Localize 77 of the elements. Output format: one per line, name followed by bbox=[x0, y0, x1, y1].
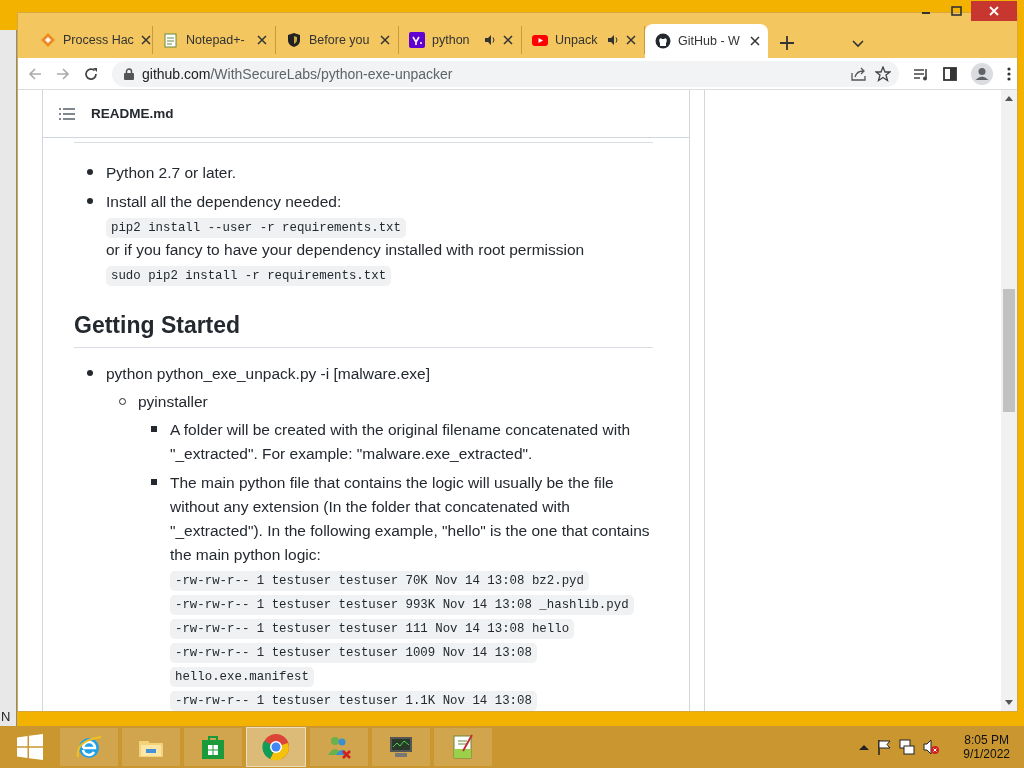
taskbar-button[interactable] bbox=[184, 728, 242, 766]
url-text[interactable]: github.com/WithSecureLabs/python-exe-unpacker bbox=[142, 65, 453, 82]
close-icon[interactable] bbox=[257, 35, 267, 45]
scrollbar-thumb[interactable] bbox=[1003, 289, 1015, 412]
list-text: A folder will be created with the original filename concatenated with "_extracted". For example: "malware.exe_extracted". bbox=[170, 420, 632, 464]
new-tab-icon[interactable] bbox=[780, 36, 794, 50]
readme-title: README.md bbox=[91, 106, 174, 121]
star-icon[interactable] bbox=[875, 65, 891, 82]
share-icon[interactable] bbox=[851, 66, 867, 81]
code-text: sudo pip2 install -r requirements.txt bbox=[106, 266, 392, 286]
code-text: -rw-rw-r-- 1 testuser testuser 111 Nov 14 13:08 hello bbox=[170, 619, 575, 639]
taskbar-button[interactable] bbox=[60, 728, 118, 766]
browser-tab[interactable]: Unpack bbox=[522, 26, 645, 54]
taskbar-button[interactable] bbox=[246, 727, 306, 767]
notepad-icon bbox=[163, 32, 179, 48]
close-icon[interactable] bbox=[750, 36, 760, 46]
chevron-up-icon[interactable] bbox=[859, 744, 870, 750]
yahoo-icon bbox=[409, 32, 425, 48]
chevron-down-icon[interactable] bbox=[852, 40, 864, 48]
code-text: pip2 install --user -r requirements.txt bbox=[106, 218, 406, 238]
close-icon[interactable] bbox=[380, 35, 390, 45]
browser-tab[interactable]: Notepad+- bbox=[153, 26, 276, 54]
section-heading: Getting Started bbox=[74, 312, 653, 348]
browser-e-icon bbox=[75, 733, 103, 761]
close-button[interactable] bbox=[971, 1, 1017, 21]
side-panel-icon[interactable] bbox=[943, 66, 957, 81]
list-text: python python_exe_unpack.py -i [malware.exe] bbox=[106, 364, 431, 384]
bullet-icon bbox=[87, 169, 93, 175]
network-icon[interactable] bbox=[899, 739, 916, 755]
code-text: -rw-rw-r-- 1 testuser testuser 1.1K Nov 14 13:08 bbox=[170, 691, 537, 711]
maximize-icon bbox=[950, 6, 962, 16]
browser-tab[interactable]: python bbox=[399, 26, 522, 54]
reload-icon[interactable] bbox=[84, 66, 98, 81]
bullet-icon bbox=[151, 426, 157, 432]
close-icon[interactable] bbox=[140, 35, 151, 45]
media-list-icon[interactable] bbox=[913, 66, 929, 81]
time-text: 8:05 PM bbox=[964, 733, 1009, 747]
list-text: pyinstaller bbox=[138, 392, 209, 412]
close-icon bbox=[989, 6, 999, 16]
profile-icon[interactable] bbox=[971, 62, 993, 85]
close-icon[interactable] bbox=[503, 35, 513, 45]
list-text: Python 2.7 or later. bbox=[106, 163, 238, 183]
clock[interactable]: 8:05 PM 9/1/2022 bbox=[963, 733, 1010, 761]
menu-icon[interactable] bbox=[1007, 66, 1011, 81]
speaker-muted-icon[interactable] bbox=[923, 739, 940, 755]
chrome-icon bbox=[262, 733, 290, 761]
lock-icon bbox=[124, 67, 134, 80]
browser-tab[interactable]: Before you bbox=[276, 26, 399, 54]
taskbar-button[interactable] bbox=[434, 728, 492, 766]
bullet-icon bbox=[87, 198, 93, 204]
close-icon[interactable] bbox=[626, 35, 636, 45]
windows-logo-icon bbox=[17, 734, 43, 760]
browser-tab[interactable]: GitHub - W bbox=[645, 24, 768, 58]
shield-icon bbox=[286, 32, 302, 48]
store-bag-icon bbox=[199, 733, 227, 761]
scrollbar[interactable] bbox=[1001, 90, 1017, 711]
browser-tab[interactable]: Process Hac bbox=[30, 26, 153, 54]
scroll-down-icon[interactable] bbox=[1005, 700, 1013, 706]
flag-icon[interactable] bbox=[877, 739, 892, 755]
list-icon[interactable] bbox=[59, 107, 75, 120]
list-text: or if you fancy to have your dependency installed with root permission bbox=[106, 241, 585, 258]
code-text: hello.exe.manifest bbox=[170, 667, 314, 687]
bullet-icon bbox=[87, 370, 93, 376]
taskbar-button[interactable] bbox=[372, 728, 430, 766]
window-text: N bbox=[0, 709, 12, 726]
scroll-up-icon[interactable] bbox=[1005, 95, 1013, 101]
list-text: Install all the dependency needed: bbox=[106, 192, 343, 212]
github-icon bbox=[655, 33, 671, 49]
code-text: -rw-rw-r-- 1 testuser testuser 70K Nov 14 13:08 bz2.pyd bbox=[170, 571, 589, 591]
code-text: -rw-rw-r-- 1 testuser testuser 1009 Nov 14 13:08 bbox=[170, 643, 537, 663]
bullet-icon bbox=[151, 479, 157, 485]
date-text: 9/1/2022 bbox=[963, 747, 1010, 761]
list-text: The main python file that contains the logic will usually be the file without any extension (In the folder that concatenated with "_extracted"). In the following example, "hello" is the one that contains the main python logic: bbox=[170, 473, 651, 565]
address-bar[interactable]: github.com/WithSecureLabs/python-exe-unpacker bbox=[112, 60, 899, 87]
diamond-icon bbox=[40, 32, 56, 48]
video-play-icon bbox=[532, 32, 548, 48]
code-text: -rw-rw-r-- 1 testuser testuser 993K Nov 14 13:08 _hashlib.pyd bbox=[170, 595, 634, 615]
